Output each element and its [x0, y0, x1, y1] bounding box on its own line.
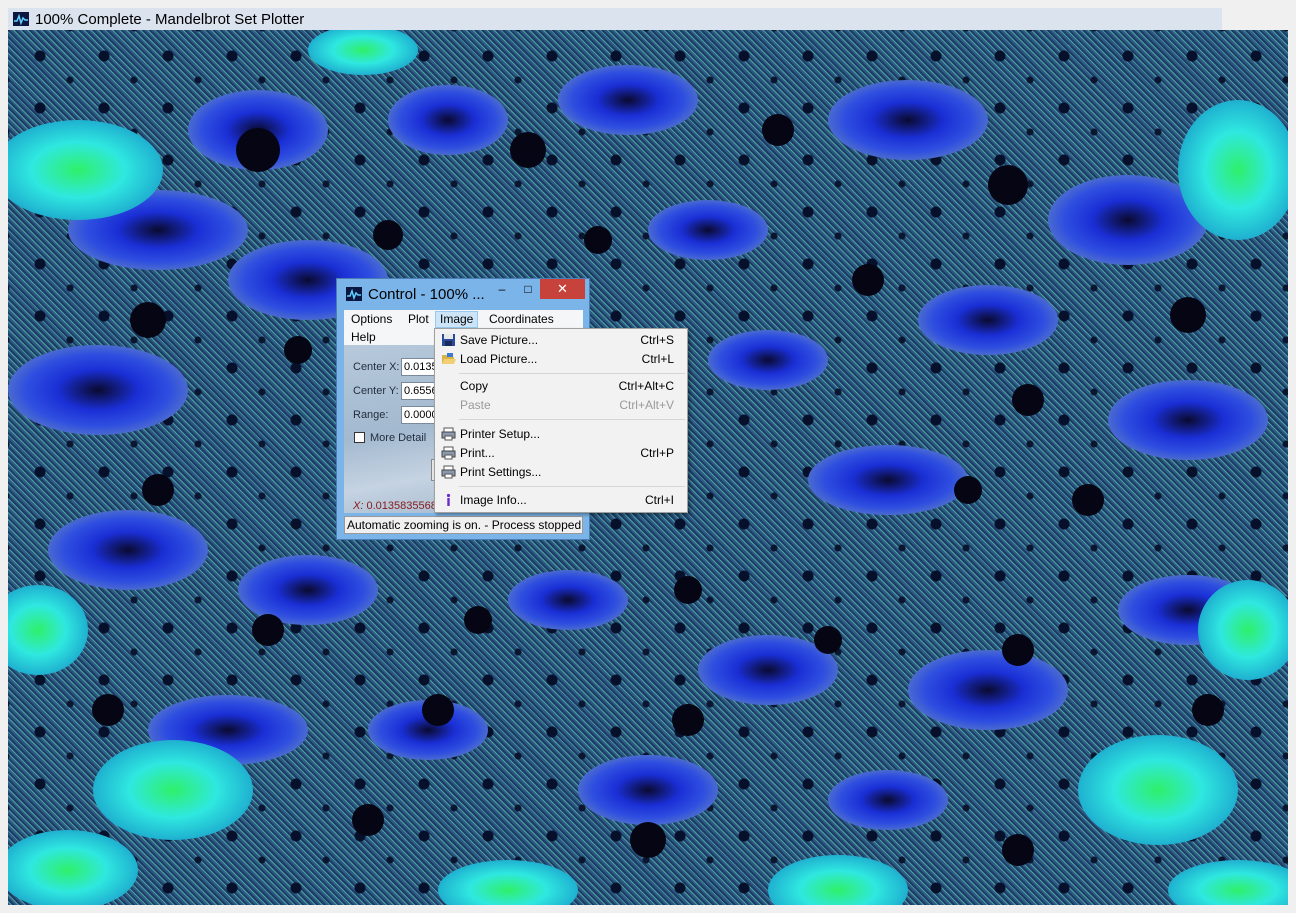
info-icon [446, 493, 451, 506]
maximize-button[interactable]: □ [515, 279, 541, 299]
menu-plot[interactable]: Plot [404, 311, 433, 328]
center-y-label: Center Y: [353, 385, 399, 397]
menu-help[interactable]: Help [347, 329, 380, 346]
menu-item-label: Printer Setup... [460, 427, 541, 441]
menu-item-label: Print Settings... [460, 465, 542, 479]
printer-icon [441, 465, 456, 479]
menu-item-image-info[interactable]: Image Info... Ctrl+I [436, 491, 686, 510]
menu-separator [459, 373, 685, 374]
menu-item-shortcut: Ctrl+P [640, 446, 674, 460]
main-titlebar[interactable]: 100% Complete - Mandelbrot Set Plotter [8, 8, 1222, 30]
menu-item-save-picture[interactable]: Save Picture... Ctrl+S [436, 331, 686, 350]
menu-item-label: Print... [460, 446, 495, 460]
menu-item-shortcut: Ctrl+S [640, 333, 674, 347]
coordinate-value: 0.0135835568 [366, 500, 437, 512]
menu-item-shortcut: Ctrl+L [641, 352, 674, 366]
center-x-label: Center X: [353, 361, 400, 373]
more-detail-checkbox[interactable] [354, 432, 365, 443]
menu-separator [459, 486, 685, 487]
menu-item-label: Copy [460, 379, 489, 393]
range-label: Range: [353, 409, 389, 421]
coordinate-readout: X: 0.0135835568 [353, 500, 439, 512]
control-title: Control - 100% ... [368, 285, 485, 303]
status-bar: Automatic zooming is on. - Process stopp… [344, 516, 583, 534]
mandelbrot-app-icon[interactable] [13, 12, 29, 26]
menu-item-printer-setup[interactable]: Printer Setup... [436, 425, 686, 444]
menu-image[interactable]: Image [435, 311, 479, 328]
window-title: 100% Complete - Mandelbrot Set Plotter [35, 10, 305, 28]
menu-item-shortcut: Ctrl+I [644, 493, 674, 507]
menu-item-label: Load Picture... [460, 352, 538, 366]
menu-coordinates[interactable]: Coordinates [485, 311, 558, 328]
menu-item-load-picture[interactable]: Load Picture... Ctrl+L [436, 350, 686, 369]
menu-item-label: Image Info... [460, 493, 527, 507]
menu-item-print[interactable]: Print... Ctrl+P [436, 444, 686, 463]
menu-separator [459, 419, 685, 420]
minimize-button[interactable]: – [489, 279, 515, 299]
menu-item-label: Paste [460, 398, 491, 412]
more-detail-label[interactable]: More Detail [370, 432, 426, 444]
menu-item-paste: Paste Ctrl+Alt+V [436, 396, 686, 415]
menu-item-print-settings[interactable]: Print Settings... [436, 463, 686, 482]
open-folder-icon [442, 353, 456, 364]
close-button[interactable]: ✕ [540, 279, 585, 299]
image-dropdown-menu: Save Picture... Ctrl+S Load Picture... C… [434, 328, 688, 513]
menu-item-shortcut: Ctrl+Alt+V [619, 398, 674, 412]
floppy-disk-icon [442, 334, 455, 346]
printer-icon [441, 446, 456, 460]
menu-item-label: Save Picture... [460, 333, 539, 347]
coordinate-axis-label: X: [353, 500, 364, 512]
menu-options[interactable]: Options [347, 311, 396, 328]
mandelbrot-app-icon[interactable] [346, 287, 362, 301]
printer-icon [441, 427, 456, 441]
menu-item-copy[interactable]: Copy Ctrl+Alt+C [436, 377, 686, 396]
menu-item-shortcut: Ctrl+Alt+C [618, 379, 674, 393]
